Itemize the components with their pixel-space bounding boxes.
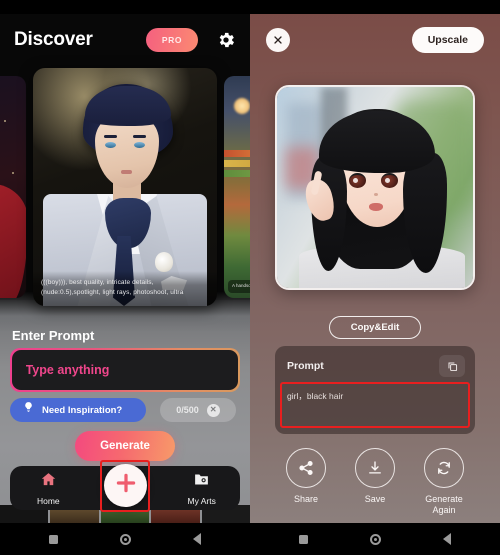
prompt-result-card: Prompt girl，black hair bbox=[275, 346, 475, 434]
share-icon bbox=[286, 448, 326, 488]
enter-prompt-label: Enter Prompt bbox=[12, 328, 95, 343]
page-title: Discover bbox=[14, 29, 93, 50]
system-navigation-bar-left bbox=[0, 523, 250, 555]
generate-again-line1: Generate bbox=[425, 494, 463, 504]
prompt-input[interactable] bbox=[11, 349, 239, 391]
close-icon[interactable] bbox=[266, 28, 290, 52]
character-counter: 0/500 ✕ bbox=[160, 398, 236, 422]
artwork-prompt-caption: (((boy))), best quality, intricate detai… bbox=[33, 270, 217, 306]
need-inspiration-label: Need Inspiration? bbox=[42, 404, 123, 416]
folder-photo-icon bbox=[193, 471, 210, 493]
result-panel: Upscale Copy&Edit Prompt girl，black hair… bbox=[250, 0, 500, 555]
prompt-card-header: Prompt bbox=[275, 346, 475, 377]
refresh-icon bbox=[424, 448, 464, 488]
sidebar-item-my-arts[interactable]: My Arts bbox=[163, 471, 240, 506]
lightbulb-icon bbox=[22, 401, 35, 419]
save-button[interactable]: Save bbox=[344, 448, 406, 517]
copy-edit-button[interactable]: Copy&Edit bbox=[329, 316, 421, 339]
generate-again-button-label: Generate Again bbox=[425, 494, 463, 517]
copy-edit-button-label: Copy&Edit bbox=[350, 322, 400, 333]
status-bar-strip bbox=[0, 0, 500, 14]
upscale-button[interactable]: Upscale bbox=[411, 27, 484, 53]
tab-my-arts-label: My Arts bbox=[187, 495, 216, 506]
generate-button[interactable]: Generate bbox=[75, 431, 175, 461]
copy-icon[interactable] bbox=[439, 355, 465, 377]
close-circle-icon[interactable]: ✕ bbox=[206, 403, 220, 417]
artwork-thumbnail-next: A handso greenst bbox=[224, 76, 250, 298]
artwork-thumbnail-next-caption: A handso greenst bbox=[228, 280, 250, 293]
artwork-thumbnail-previous bbox=[0, 76, 26, 298]
share-button-label: Share bbox=[293, 494, 319, 504]
generate-button-label: Generate bbox=[100, 440, 150, 452]
circle-icon[interactable] bbox=[370, 533, 381, 545]
generate-again-button[interactable]: Generate Again bbox=[413, 448, 475, 517]
square-icon[interactable] bbox=[299, 534, 308, 544]
square-icon[interactable] bbox=[49, 534, 58, 544]
carousel-card-previous[interactable] bbox=[0, 76, 26, 298]
need-inspiration-button[interactable]: Need Inspiration? bbox=[10, 398, 146, 422]
app-screenshot: Discover PRO (((boy))), best quality, in… bbox=[0, 0, 500, 555]
tab-home-label: Home bbox=[36, 495, 60, 506]
result-actions: Share Save Generate Again bbox=[275, 448, 475, 517]
create-fab-highlight bbox=[100, 460, 150, 512]
discover-carousel[interactable]: (((boy))), best quality, intricate detai… bbox=[0, 68, 250, 306]
back-chevron-icon[interactable] bbox=[193, 533, 201, 545]
save-button-label: Save bbox=[364, 494, 386, 504]
carousel-card-next[interactable]: A handso greenst bbox=[224, 76, 250, 298]
generated-image-card[interactable] bbox=[275, 85, 475, 290]
home-icon bbox=[40, 471, 57, 493]
character-counter-text: 0/500 bbox=[176, 405, 199, 415]
generate-again-line2: Again bbox=[432, 505, 456, 516]
result-header: Upscale bbox=[250, 22, 500, 58]
gear-icon[interactable] bbox=[216, 30, 236, 50]
pro-badge-button[interactable]: PRO bbox=[146, 28, 198, 52]
prompt-card-title: Prompt bbox=[287, 360, 324, 372]
pro-badge-label: PRO bbox=[161, 35, 183, 45]
prompt-card-highlight bbox=[280, 382, 470, 428]
discover-header: Discover PRO bbox=[0, 20, 250, 60]
sidebar-item-home[interactable]: Home bbox=[10, 471, 87, 506]
discover-panel: Discover PRO (((boy))), best quality, in… bbox=[0, 0, 250, 555]
share-button[interactable]: Share bbox=[275, 448, 337, 517]
upscale-button-label: Upscale bbox=[427, 34, 468, 46]
carousel-card-active[interactable]: (((boy))), best quality, intricate detai… bbox=[33, 68, 217, 306]
prompt-input-wrapper bbox=[10, 348, 240, 392]
circle-icon[interactable] bbox=[120, 533, 131, 545]
back-chevron-icon[interactable] bbox=[443, 533, 451, 545]
system-navigation-bar-right bbox=[250, 523, 500, 555]
download-icon bbox=[355, 448, 395, 488]
artwork-image-girl bbox=[277, 87, 473, 288]
